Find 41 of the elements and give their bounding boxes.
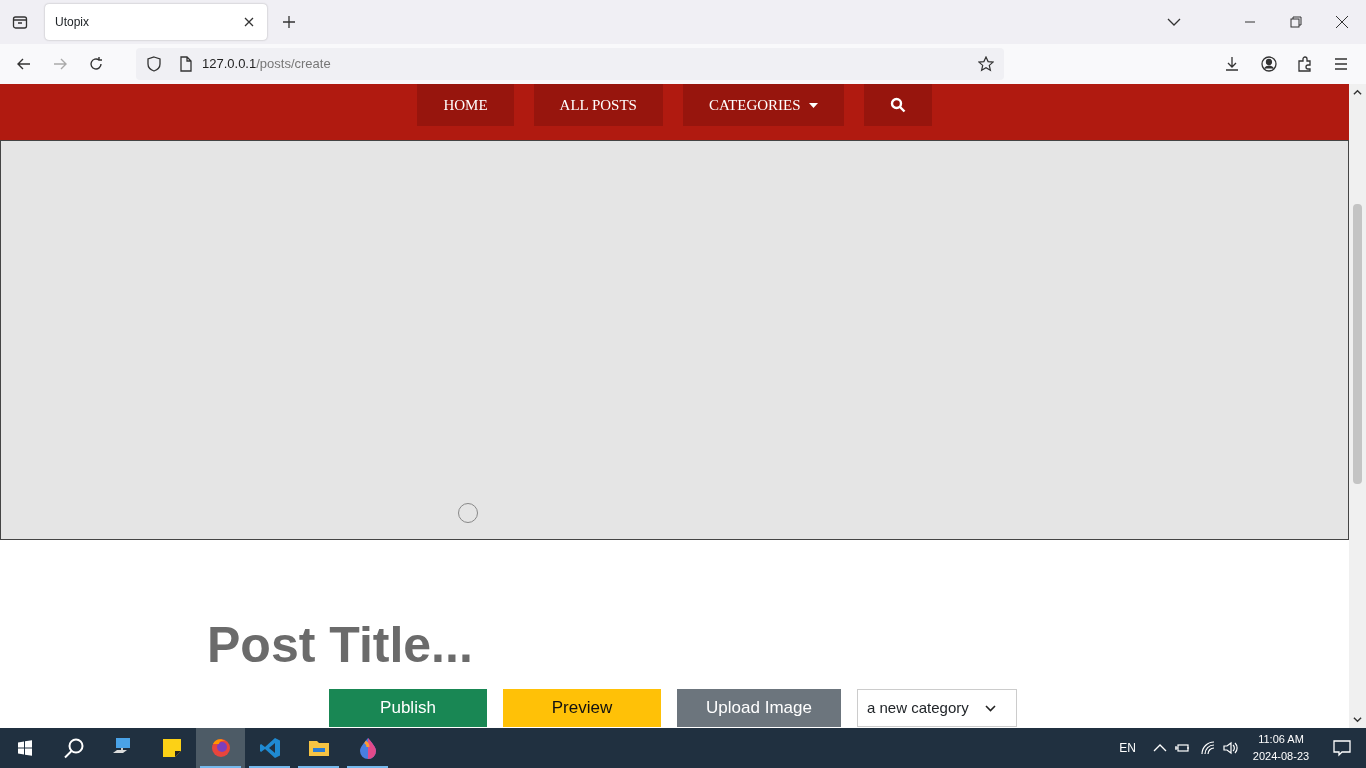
chevron-down-icon: [985, 704, 996, 712]
nav-link[interactable]: HOME: [417, 84, 514, 126]
menu-icon[interactable]: [1333, 56, 1349, 72]
download-icon[interactable]: [1224, 56, 1240, 72]
back-icon[interactable]: [16, 56, 32, 72]
preview-button[interactable]: Preview: [503, 689, 661, 727]
nav-dropdown[interactable]: CATEGORIES: [682, 84, 844, 126]
search-icon: [62, 737, 85, 759]
category-select[interactable]: a new category: [857, 689, 1017, 727]
windows-icon: [16, 740, 33, 756]
tab-list-icon[interactable]: [12, 14, 28, 30]
scrollbar-thumb[interactable]: [1353, 204, 1362, 484]
new-tab-icon[interactable]: [281, 14, 297, 30]
title-field[interactable]: Post Title...: [207, 608, 807, 683]
search-icon: [889, 97, 906, 113]
speaker-icon[interactable]: [1222, 740, 1238, 756]
clock-date[interactable]: 2024-08-23: [1246, 748, 1316, 765]
publish-button[interactable]: Publish: [329, 689, 487, 727]
scrollbar[interactable]: [1349, 84, 1366, 728]
puzzle-icon[interactable]: [1297, 56, 1313, 72]
browser-tab[interactable]: Utopix: [45, 4, 267, 40]
close-icon[interactable]: [1334, 14, 1350, 30]
account-icon[interactable]: [1261, 56, 1277, 72]
reload-icon[interactable]: [88, 56, 104, 72]
restore-icon[interactable]: [1288, 14, 1304, 30]
upload-button[interactable]: Upload Image: [677, 689, 841, 727]
search-button[interactable]: [863, 84, 932, 126]
scroll-up-icon[interactable]: [1353, 88, 1362, 97]
url-text: 127.0.0.1/posts/create: [202, 55, 331, 74]
code-editor-icon: [257, 736, 282, 760]
shield-icon[interactable]: [146, 56, 162, 72]
page-icon: [178, 56, 194, 72]
wifi-icon[interactable]: [1200, 740, 1216, 756]
address-bar[interactable]: 127.0.0.1/posts/create: [136, 48, 1004, 80]
clock-time[interactable]: 11:06 AM: [1246, 731, 1316, 748]
caret-icon: [808, 102, 818, 108]
scroll-down-icon[interactable]: [1353, 715, 1362, 724]
language-indicator[interactable]: EN: [1119, 739, 1136, 757]
star-icon[interactable]: [978, 56, 994, 72]
notifications-icon[interactable]: [1332, 738, 1352, 758]
nav-link[interactable]: ALL POSTS: [533, 84, 663, 126]
